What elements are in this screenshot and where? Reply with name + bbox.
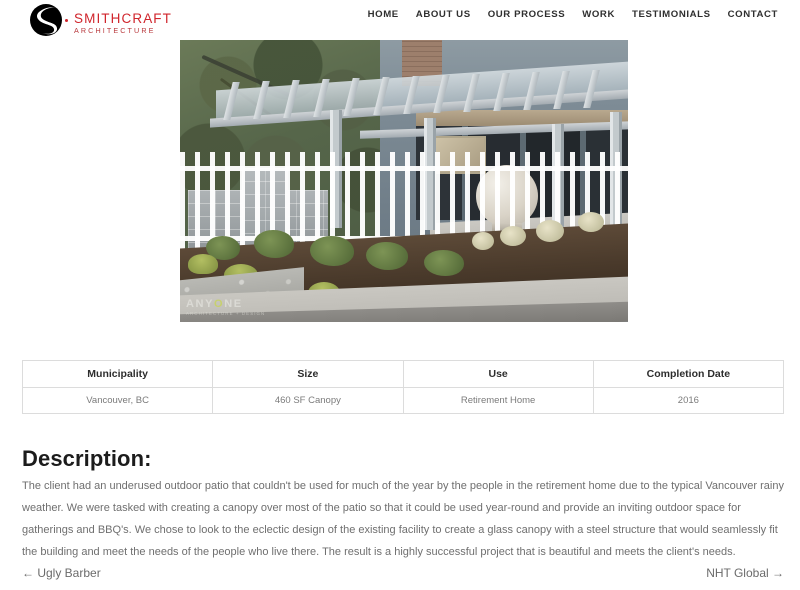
logo-accent-dot xyxy=(65,19,68,22)
photo-shrub xyxy=(254,230,294,258)
nav-item-about-us[interactable]: ABOUT US xyxy=(416,9,471,20)
table-cell-municipality: Vancouver, BC xyxy=(21,387,214,414)
nav-item-testimonials[interactable]: TESTIMONIALS xyxy=(632,9,711,20)
table-cell-completion-date: 2016 xyxy=(592,387,785,414)
previous-project-link[interactable]: ← Ugly Barber xyxy=(22,566,101,580)
table-header-size: Size xyxy=(212,360,404,388)
photo-watermark: ANYONE ARCHITECTURE + DESIGN xyxy=(186,297,266,316)
photo-flowering-shrub xyxy=(472,232,494,250)
photo-flowering-shrub xyxy=(500,226,526,246)
description-body: The client had an underused outdoor pati… xyxy=(22,480,784,558)
logo-subtitle: ARCHITECTURE xyxy=(74,26,156,35)
logo-text-block: SMITHCRAFT ARCHITECTURE xyxy=(74,12,172,36)
table-header-row: Municipality Size Use Completion Date xyxy=(21,360,785,388)
project-spec-table: Municipality Size Use Completion Date Va… xyxy=(21,360,785,414)
description-heading: Description: xyxy=(22,446,152,472)
table-header-completion-date: Completion Date xyxy=(592,360,785,388)
watermark-part-2: NE xyxy=(224,297,243,310)
table-cell-size: 460 SF Canopy xyxy=(212,387,404,414)
nav-item-work[interactable]: WORK xyxy=(582,9,615,20)
nav-item-contact[interactable]: CONTACT xyxy=(728,9,778,20)
nav-item-our-process[interactable]: OUR PROCESS xyxy=(488,9,566,20)
photo-shrub xyxy=(366,242,408,270)
main-navigation: HOME ABOUT US OUR PROCESS WORK TESTIMONI… xyxy=(368,9,778,20)
nav-item-home[interactable]: HOME xyxy=(368,9,399,20)
watermark-highlight: O xyxy=(214,297,225,310)
site-logo[interactable]: SMITHCRAFT ARCHITECTURE xyxy=(25,2,172,38)
site-header: SMITHCRAFT ARCHITECTURE HOME ABOUT US OU… xyxy=(0,0,800,36)
table-row: Vancouver, BC 460 SF Canopy Retirement H… xyxy=(21,387,785,414)
watermark-subtitle: ARCHITECTURE + DESIGN xyxy=(186,310,266,316)
table-header-use: Use xyxy=(402,360,594,388)
table-header-municipality: Municipality xyxy=(21,360,214,388)
photo-fence-rail xyxy=(180,166,628,171)
photo-shrub xyxy=(424,250,464,276)
photo-flowering-shrub xyxy=(578,212,604,232)
logo-name: SMITHCRAFT xyxy=(74,11,172,26)
project-hero-photo: ANYONE ARCHITECTURE + DESIGN xyxy=(180,40,628,322)
watermark-part-1: ANY xyxy=(186,297,215,310)
project-pagination: ← Ugly Barber NHT Global → xyxy=(22,566,784,580)
smithcraft-logo-icon xyxy=(25,2,69,38)
page-root: SMITHCRAFT ARCHITECTURE HOME ABOUT US OU… xyxy=(0,0,800,590)
photo-flowering-shrub xyxy=(536,220,564,242)
table-cell-use: Retirement Home xyxy=(402,387,594,414)
watermark-wordmark: ANYONE xyxy=(186,297,265,310)
next-project-link[interactable]: NHT Global → xyxy=(706,566,784,580)
photo-ornamental-grass xyxy=(188,254,218,274)
photo-shrub xyxy=(310,236,354,266)
